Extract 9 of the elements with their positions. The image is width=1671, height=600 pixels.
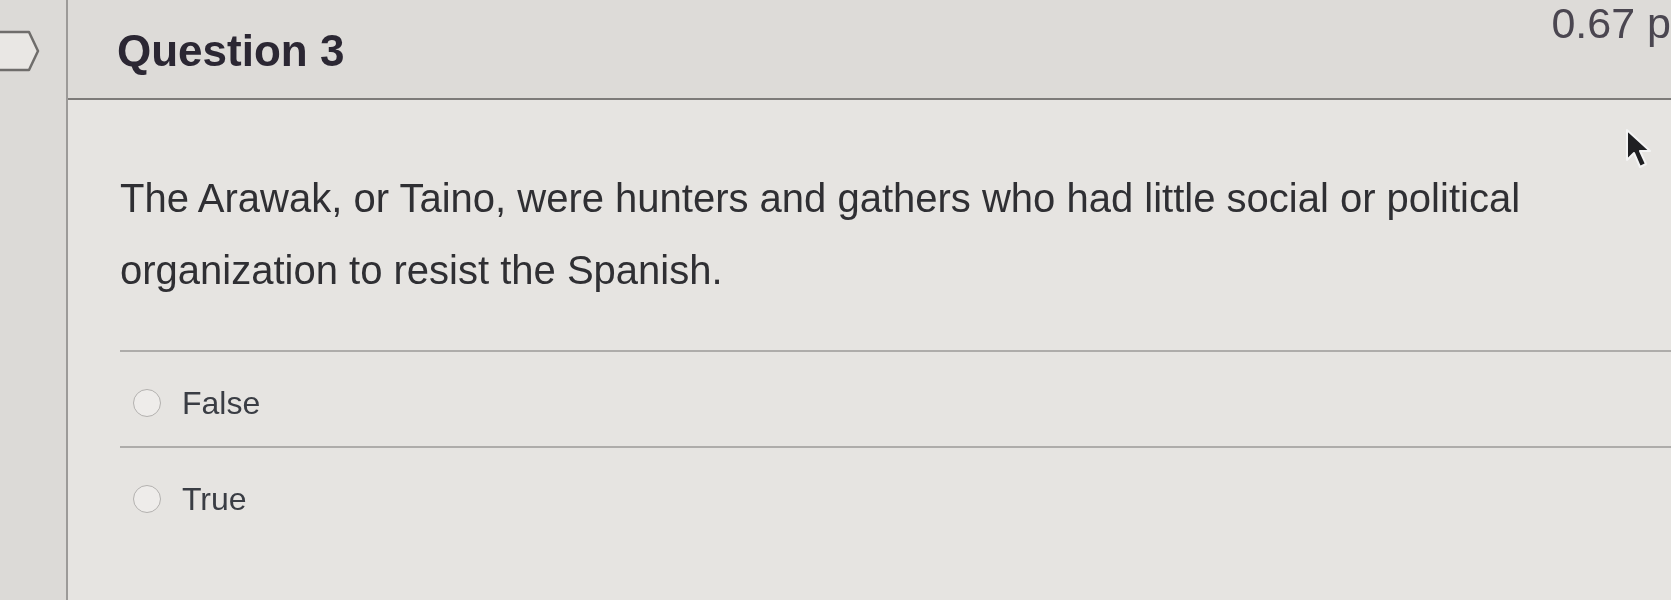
flag-icon[interactable] — [0, 30, 40, 72]
question-title: Question 3 — [117, 28, 345, 75]
radio-button[interactable] — [133, 485, 161, 513]
question-text: The Arawak, or Taino, were hunters and gathers who had little social or political organization to resist the Spanish. — [120, 175, 1522, 294]
answer-label[interactable]: False — [182, 383, 261, 423]
answer-label[interactable]: True — [182, 479, 247, 519]
radio-button[interactable] — [133, 389, 161, 417]
cursor-icon — [1625, 128, 1653, 170]
points-text: 0.67 p — [1551, 2, 1671, 45]
